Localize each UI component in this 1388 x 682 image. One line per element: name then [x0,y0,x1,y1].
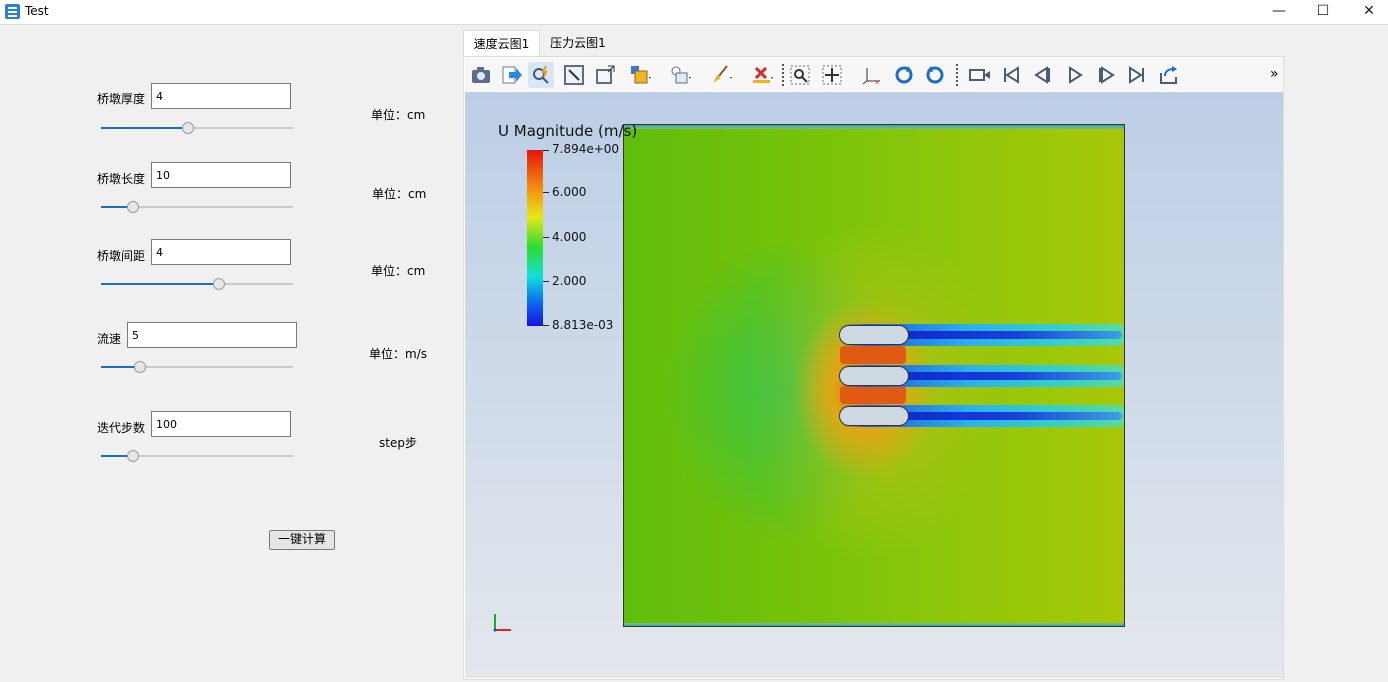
play-icon[interactable] [1062,62,1088,88]
colorbar-tick [543,192,549,193]
color-map-icon[interactable] [627,62,653,88]
prev-frame-icon[interactable] [1030,62,1056,88]
pier-spacing-label: 桥墩间距 [97,249,146,263]
wall-boundary-top [624,125,1124,129]
high-velocity-band [840,386,906,404]
parameter-panel: 桥墩厚度 4 单位：cm 桥墩长度 10 单位：cm 桥墩间距 4 单位：cm 流速 5 单位：m/s… [0,25,462,682]
slider-thumb[interactable] [134,361,147,373]
slider-thumb[interactable] [213,278,226,290]
pier-length-input[interactable]: 10 [151,162,291,188]
colorbar-label: 4.000 [552,230,587,244]
slider-thumb[interactable] [182,122,195,134]
clear-selection-icon[interactable] [749,62,775,88]
maximize-button[interactable]: ☐ [1300,0,1346,24]
title-bar: Test — ☐ ✕ [0,0,1388,25]
close-button[interactable]: ✕ [1346,0,1388,24]
flow-velocity-label: 流速 [97,332,122,346]
colorbar-title: U Magnitude (m/s) [498,122,638,140]
flow-velocity-slider[interactable] [101,361,293,373]
zoom-box-icon[interactable] [592,62,618,88]
brush-icon[interactable] [708,62,734,88]
pier-length-slider[interactable] [101,201,293,213]
last-frame-icon[interactable] [1124,62,1150,88]
calculate-button[interactable]: 一键计算 [269,530,335,550]
pier-spacing-input[interactable]: 4 [151,239,291,265]
slider-fill [101,127,188,129]
tab-pressure-contour[interactable]: 压力云图1 [543,30,613,56]
zoom-to-selection-icon[interactable] [787,62,813,88]
colorbar-tick [543,237,549,238]
pier-thickness-label: 桥墩厚度 [97,92,146,106]
slider-thumb[interactable] [126,450,139,462]
next-frame-icon[interactable] [1093,62,1119,88]
high-velocity-band [840,346,906,364]
iteration-steps-slider[interactable] [101,450,293,462]
slider-thumb[interactable] [126,201,139,213]
iteration-steps-unit: step步 [379,436,417,450]
axes-icon[interactable]: x [858,62,884,88]
colorbar-label: 6.000 [552,185,587,199]
pier-length-unit: 单位：cm [372,187,427,201]
tab-velocity-contour[interactable]: 速度云图1 [463,30,540,57]
toolbar-more-button[interactable]: » [1270,66,1279,82]
pier-length-label: 桥墩长度 [97,172,146,186]
colorbar-label: 8.813e-03 [552,318,614,332]
toolbar-separator [782,64,785,86]
render-viewport[interactable]: U Magnitude (m/s) 7.894e+00 6.000 4.000 … [465,92,1283,678]
pier-thickness-input[interactable]: 4 [151,83,291,109]
colorbar-tick [543,325,549,326]
rotate-cw-icon[interactable] [891,62,917,88]
bridge-pier [839,406,909,426]
bridge-pier [839,366,909,386]
first-frame-icon[interactable] [998,62,1024,88]
record-icon[interactable] [965,62,991,88]
export-icon[interactable] [499,62,525,88]
window-title: Test [25,4,49,18]
colorbar-label: 2.000 [552,274,587,288]
colorbar [527,150,543,326]
iteration-steps-label: 迭代步数 [97,421,146,435]
iteration-steps-input[interactable]: 100 [151,411,291,437]
loop-icon[interactable] [1155,62,1181,88]
reset-camera-icon[interactable] [561,62,587,88]
query-icon[interactable] [528,62,554,88]
pier-thickness-unit: 单位：cm [371,108,426,122]
rotate-ccw-icon[interactable] [922,62,948,88]
filter-icon[interactable] [667,62,693,88]
slider-fill [101,283,219,285]
view-toolbar: x » [465,58,1283,91]
orientation-axes-icon [493,614,511,632]
velocity-contour-plot [623,124,1125,627]
pier-spacing-slider[interactable] [101,278,293,290]
app-icon [5,4,20,19]
svg-text:x: x [875,78,879,85]
flow-velocity-input[interactable]: 5 [127,322,297,348]
minimize-button[interactable]: — [1256,0,1302,24]
bridge-pier [839,325,909,345]
camera-icon[interactable] [468,62,494,88]
toolbar-separator [956,64,959,86]
colorbar-tick [543,281,549,282]
colorbar-tick [543,150,549,151]
pan-icon[interactable] [819,62,845,88]
flow-velocity-unit: 单位：m/s [369,347,427,361]
pier-spacing-unit: 单位：cm [371,264,426,278]
wall-boundary-bottom [624,623,1124,626]
colorbar-label: 7.894e+00 [552,142,620,156]
pier-thickness-slider[interactable] [101,122,293,134]
